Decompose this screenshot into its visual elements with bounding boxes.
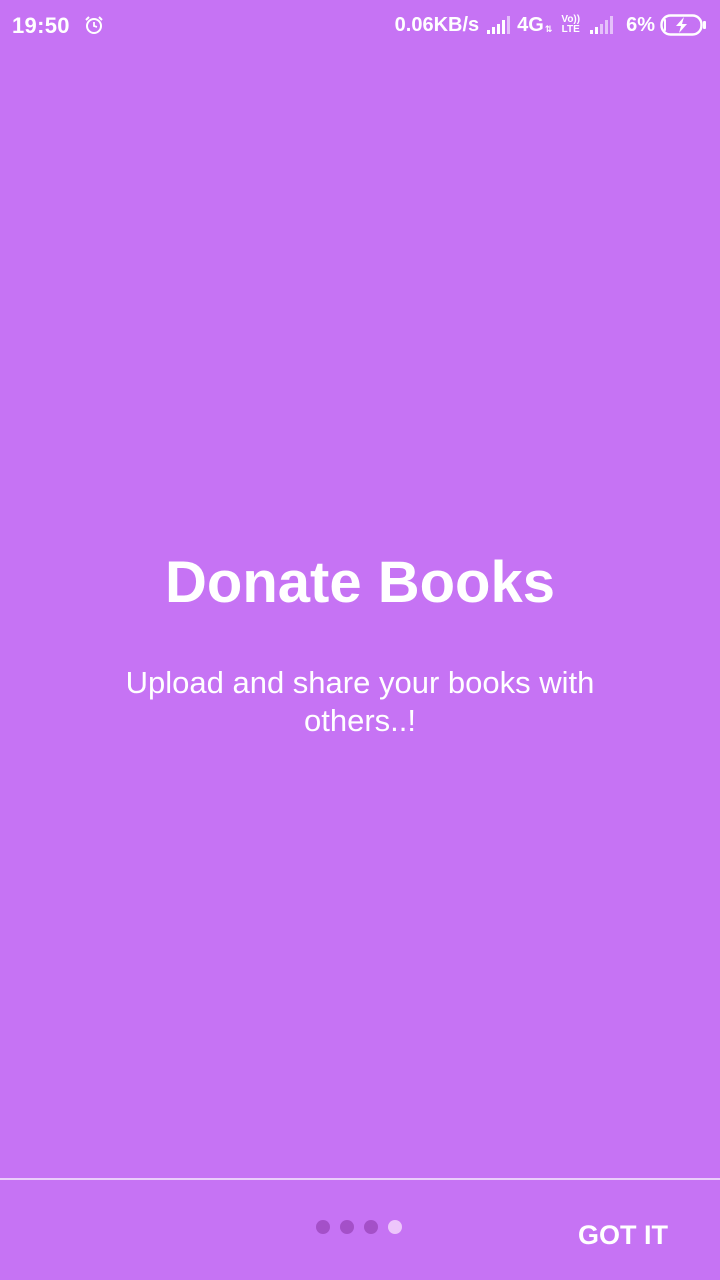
bottom-divider [0, 1178, 720, 1180]
page-indicator-dot-active [388, 1220, 402, 1234]
onboarding-screen: 19:50 0.06KB/s 4G ⇅ Vo)) LTE 6% Donate B… [0, 0, 720, 1280]
volte-icon: Vo)) LTE [561, 15, 580, 35]
page-indicator-dot [364, 1220, 378, 1234]
status-bar: 19:50 0.06KB/s 4G ⇅ Vo)) LTE 6% [0, 0, 720, 52]
page-indicator-dot [340, 1220, 354, 1234]
network-type: 4G [517, 13, 544, 36]
signal-icon [486, 15, 512, 35]
intro-description: Upload and share your books with others.… [125, 665, 595, 738]
page-indicator-dot [316, 1220, 330, 1234]
page-indicator [316, 1220, 402, 1234]
data-arrows-icon: ⇅ [544, 23, 553, 34]
status-time: 19:50 [12, 13, 70, 38]
signal-weak-icon [589, 15, 615, 35]
got-it-button[interactable]: GOT IT [572, 1214, 674, 1256]
intro-title: Donate Books [165, 550, 555, 615]
battery-charging-icon [660, 14, 708, 36]
battery-percent: 6% [626, 13, 655, 36]
network-speed: 0.06KB/s [394, 13, 480, 36]
status-right-group: 0.06KB/s 4G ⇅ Vo)) LTE 6% [395, 11, 708, 39]
alarm-icon [84, 15, 104, 35]
volte-bottom-label: LTE [561, 24, 580, 35]
